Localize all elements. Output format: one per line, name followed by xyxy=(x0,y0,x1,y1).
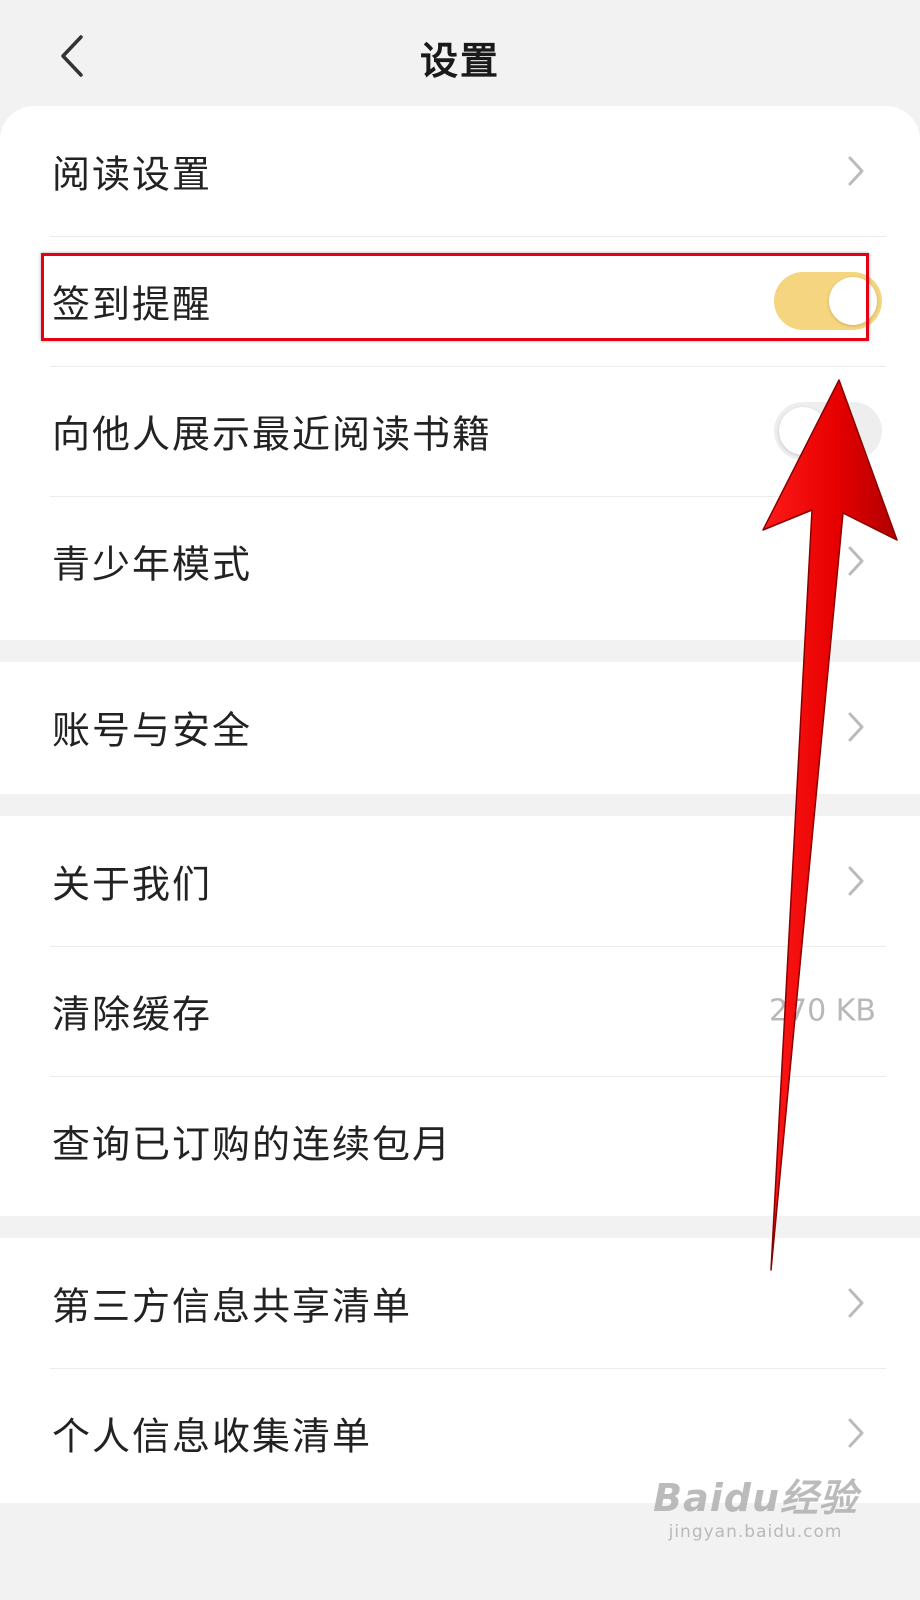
row-label: 阅读设置 xyxy=(52,152,213,197)
chevron-right-icon xyxy=(848,1288,864,1318)
row-checkin-reminder[interactable]: 签到提醒 xyxy=(0,236,920,366)
row-label: 第三方信息共享清单 xyxy=(52,1284,413,1329)
row-about-us[interactable]: 关于我们 xyxy=(0,816,920,946)
checkin-reminder-toggle[interactable] xyxy=(774,272,882,330)
row-clear-cache[interactable]: 清除缓存 270 KB xyxy=(0,946,920,1076)
row-label: 向他人展示最近阅读书籍 xyxy=(52,412,493,457)
settings-section-2: 账号与安全 xyxy=(0,662,920,794)
toggle-knob xyxy=(779,407,827,455)
chevron-right-icon xyxy=(848,1418,864,1448)
row-account-security[interactable]: 账号与安全 xyxy=(0,662,920,792)
chevron-right-icon xyxy=(848,546,864,576)
row-label: 关于我们 xyxy=(52,862,213,907)
watermark-url: jingyan.baidu.com xyxy=(668,1522,843,1542)
cache-size-value: 270 KB xyxy=(768,993,876,1029)
chevron-right-icon xyxy=(848,712,864,742)
chevron-right-icon xyxy=(848,866,864,896)
row-reading-settings[interactable]: 阅读设置 xyxy=(0,106,920,236)
chevron-right-icon xyxy=(848,156,864,186)
row-label: 清除缓存 xyxy=(52,992,213,1037)
settings-section-3: 关于我们 清除缓存 270 KB 查询已订购的连续包月 xyxy=(0,816,920,1216)
row-teen-mode[interactable]: 青少年模式 xyxy=(0,496,920,626)
watermark-brand: Baidu经验 xyxy=(653,1476,858,1520)
row-label: 青少年模式 xyxy=(52,542,253,587)
row-query-subscriptions[interactable]: 查询已订购的连续包月 xyxy=(0,1076,920,1206)
page-title: 设置 xyxy=(419,39,500,83)
settings-section-4: 第三方信息共享清单 个人信息收集清单 xyxy=(0,1238,920,1503)
settings-section-1: 阅读设置 签到提醒 向他人展示最近阅读书籍 青少年模式 xyxy=(0,106,920,640)
row-label: 账号与安全 xyxy=(52,708,253,753)
row-label: 个人信息收集清单 xyxy=(52,1414,373,1459)
baidu-jingyan-watermark: Baidu经验 jingyan.baidu.com xyxy=(653,1467,858,1542)
row-label: 签到提醒 xyxy=(52,282,213,327)
header: 设置 xyxy=(0,0,920,106)
row-label: 查询已订购的连续包月 xyxy=(52,1122,453,1167)
show-recent-books-toggle[interactable] xyxy=(774,402,882,460)
row-third-party-sharing[interactable]: 第三方信息共享清单 xyxy=(0,1238,920,1368)
toggle-knob xyxy=(829,277,877,325)
row-show-recent-books[interactable]: 向他人展示最近阅读书籍 xyxy=(0,366,920,496)
